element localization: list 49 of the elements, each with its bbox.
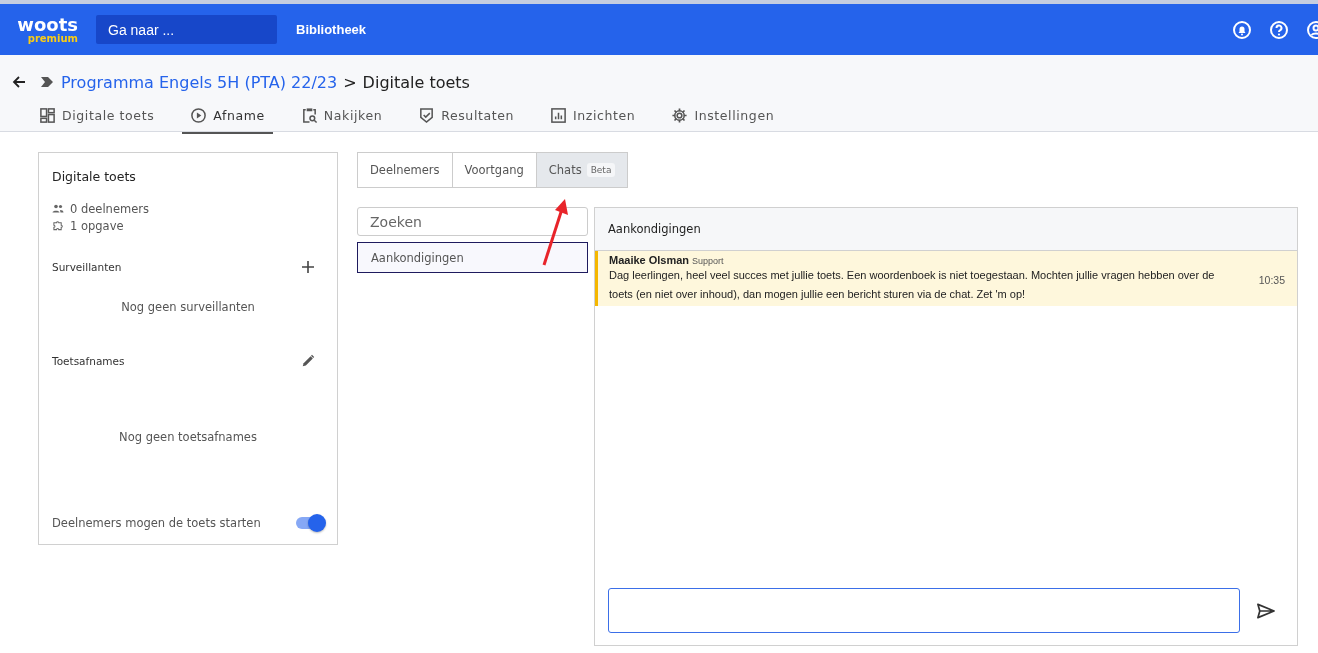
send-icon[interactable]	[1256, 602, 1275, 619]
chat-header: Aankondigingen	[595, 208, 1297, 251]
nav-tab[interactable]: Digitale toets	[31, 101, 163, 134]
pencil-icon[interactable]	[301, 354, 315, 368]
nav-tab[interactable]: Inzichten	[542, 101, 644, 134]
people-icon	[52, 203, 64, 214]
role-label: Support	[692, 256, 724, 266]
channel-item[interactable]: Aankondigingen	[357, 242, 588, 273]
search-field[interactable]: Zoeken	[357, 207, 588, 236]
bell-icon[interactable]	[1232, 19, 1252, 40]
logo[interactable]: woots premium	[16, 15, 78, 44]
back-arrow-icon[interactable]	[11, 74, 27, 90]
empty-message: Nog geen surveillanten	[120, 300, 256, 314]
breadcrumb-current: Digitale toets	[362, 72, 470, 92]
task-count: 1 opgave	[70, 218, 124, 233]
help-icon[interactable]	[1269, 19, 1289, 40]
message-input[interactable]	[608, 588, 1240, 633]
message-text: Dag leerlingen, heel veel succes met jullie toets. Een woordenboek is niet toegestaan. Mochten jullie vragen hebben over de toets (en niet over inhoud), dan mogen jullie een bericht sturen via de chat. Zet 'm op!	[609, 268, 1216, 302]
gear-icon	[671, 107, 689, 124]
tab[interactable]: Deelnemers	[357, 152, 453, 188]
breadcrumb-link[interactable]: Programma Engels 5H (PTA) 22/23	[61, 72, 338, 92]
participant-count: 0 deelnemers	[70, 201, 149, 216]
shield-check-icon	[418, 107, 436, 124]
message-time: 10:35	[1258, 274, 1285, 288]
section-title: Surveillanten	[52, 261, 122, 273]
tab[interactable]: Voortgang	[451, 152, 537, 188]
annotation-arrow	[540, 197, 570, 267]
nav-link[interactable]: Bibliotheek	[296, 22, 367, 37]
nav-tab[interactable]: Afname	[182, 101, 273, 134]
breadcrumb-separator: >	[343, 72, 357, 92]
puzzle-icon	[52, 220, 64, 231]
tab[interactable]: Chats Beta	[535, 152, 629, 188]
toggle-label: Deelnemers mogen de toets starten	[52, 516, 261, 530]
nav-tab[interactable]: Nakijken	[292, 101, 391, 134]
search-field[interactable]: Ga naar ...	[96, 15, 277, 44]
toggle-switch[interactable]	[296, 517, 324, 529]
author-name: Maaike Olsman	[609, 254, 690, 266]
play-icon	[190, 107, 208, 124]
plus-icon[interactable]	[301, 260, 315, 274]
beta-badge: Beta	[586, 163, 616, 177]
chevron-icon	[41, 77, 53, 87]
clipboard-icon	[300, 107, 318, 124]
section-title: Toetsafnames	[52, 355, 125, 367]
nav-tab[interactable]: Resultaten	[410, 101, 523, 134]
chart-icon	[550, 107, 568, 124]
nav-tab[interactable]: Instellingen	[663, 101, 783, 134]
card-title: Digitale toets	[52, 169, 137, 184]
grid-icon	[39, 107, 56, 124]
empty-message: Nog geen toetsafnames	[118, 430, 258, 444]
